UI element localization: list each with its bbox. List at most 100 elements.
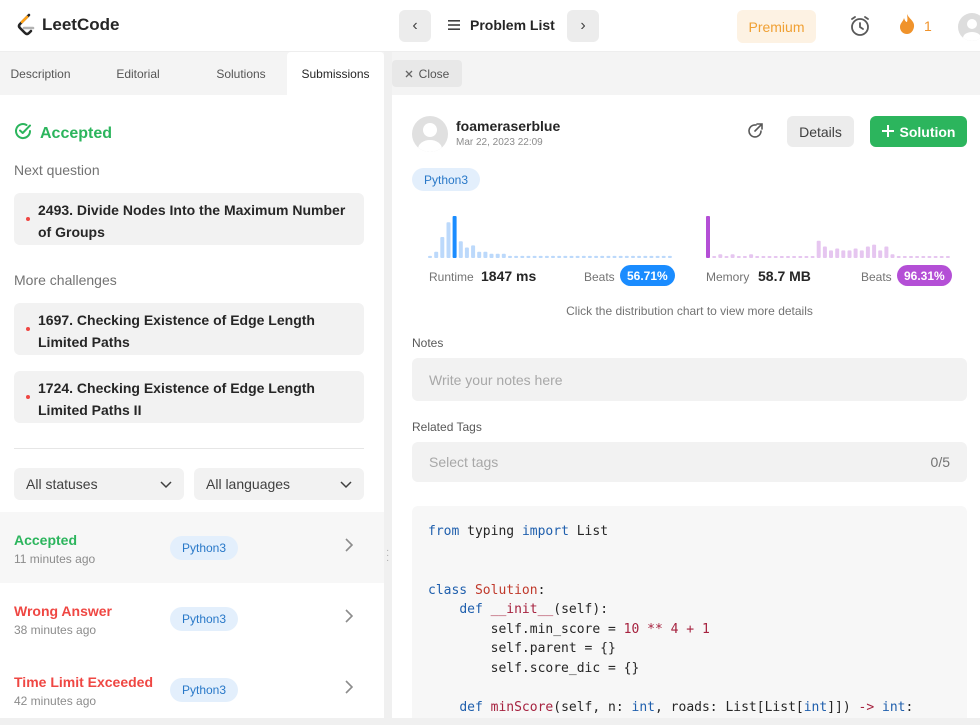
user-avatar-icon[interactable] [412,116,448,152]
premium-button[interactable]: Premium [737,10,816,43]
distribution-bar[interactable] [637,255,642,258]
distribution-bar[interactable] [909,256,913,258]
distribution-bar[interactable] [526,255,531,258]
runtime-distribution-chart[interactable] [428,208,674,260]
distribution-bar[interactable] [594,255,599,258]
distribution-bar[interactable] [514,255,519,258]
distribution-bar[interactable] [859,250,864,258]
distribution-bar[interactable] [538,255,543,258]
tab-submissions[interactable]: Submissions [287,52,384,95]
details-button[interactable]: Details [787,116,854,147]
distribution-bar[interactable] [945,256,950,258]
next-problem-button[interactable]: › [567,10,599,42]
streak-counter[interactable]: 1 [898,13,932,38]
distribution-bar[interactable] [655,255,660,258]
challenge-card[interactable]: 1697. Checking Existence of Edge Length … [14,303,364,355]
distribution-bar[interactable] [798,256,803,258]
distribution-bar[interactable] [508,255,512,258]
distribution-bar[interactable] [915,256,920,258]
distribution-bar[interactable] [755,256,760,258]
distribution-bar[interactable] [483,251,488,258]
solution-button[interactable]: Solution [870,116,967,147]
distribution-bar[interactable] [706,216,710,258]
distribution-bar[interactable] [643,255,648,258]
distribution-bar[interactable] [532,255,537,258]
distribution-bar[interactable] [551,255,555,258]
language-filter-dropdown[interactable]: All languages [194,468,364,500]
distribution-bar[interactable] [761,256,766,258]
distribution-bar[interactable] [428,255,432,258]
distribution-bar[interactable] [933,256,938,258]
distribution-bar[interactable] [581,255,586,258]
memory-distribution-chart[interactable] [706,208,952,260]
distribution-bar[interactable] [921,256,926,258]
distribution-bar[interactable] [495,253,500,258]
leetcode-logo[interactable]: LeetCode [16,13,119,37]
distribution-bar[interactable] [569,255,574,258]
distribution-bar[interactable] [902,256,907,258]
distribution-bar[interactable] [786,256,790,258]
distribution-bar[interactable] [661,255,666,258]
distribution-bar[interactable] [835,248,840,259]
distribution-bar[interactable] [878,250,883,258]
distribution-bar[interactable] [464,247,469,259]
distribution-bar[interactable] [939,256,944,258]
distribution-bar[interactable] [730,254,735,258]
distribution-bar[interactable] [434,251,439,258]
distribution-bar[interactable] [587,255,592,258]
distribution-bar[interactable] [667,255,672,258]
tab-editorial[interactable]: Editorial [81,52,195,95]
distribution-bar[interactable] [841,250,846,258]
distribution-bar[interactable] [471,245,476,258]
tab-solutions[interactable]: Solutions [195,52,287,95]
distribution-bar[interactable] [477,251,482,258]
distribution-bar[interactable] [520,255,525,258]
distribution-bar[interactable] [575,255,580,258]
distribution-bar[interactable] [649,255,654,258]
submission-row[interactable]: Time Limit Exceeded 42 minutes ago Pytho… [0,654,384,725]
distribution-bar[interactable] [452,216,457,258]
distribution-bar[interactable] [896,256,901,258]
code-viewer[interactable]: from typing import List class Solution: d… [412,506,967,718]
distribution-bar[interactable] [742,256,747,258]
distribution-bar[interactable] [557,255,562,258]
distribution-bar[interactable] [458,241,463,258]
distribution-bar[interactable] [927,256,932,258]
distribution-bar[interactable] [618,255,623,258]
distribution-bar[interactable] [501,253,506,258]
prev-problem-button[interactable]: ‹ [399,10,431,42]
distribution-bar[interactable] [810,256,815,258]
submission-row[interactable]: Accepted 11 minutes ago Python3 [0,512,384,583]
status-filter-dropdown[interactable]: All statuses [14,468,184,500]
distribution-bar[interactable] [816,240,821,258]
distribution-bar[interactable] [606,255,611,258]
distribution-bar[interactable] [489,253,494,258]
distribution-bar[interactable] [890,254,895,258]
distribution-bar[interactable] [872,244,877,258]
distribution-bar[interactable] [804,256,809,258]
distribution-bar[interactable] [612,255,617,258]
tags-select[interactable]: Select tags 0/5 [412,442,967,482]
distribution-bar[interactable] [792,256,797,258]
distribution-bar[interactable] [600,255,605,258]
user-avatar-icon[interactable] [958,13,980,41]
notes-input[interactable]: Write your notes here [412,358,967,401]
resize-handle[interactable]: · · · [386,546,390,566]
distribution-bar[interactable] [563,255,568,258]
distribution-bar[interactable] [724,256,729,258]
submission-row[interactable]: Wrong Answer 38 minutes ago Python3 [0,583,384,654]
challenge-card[interactable]: 1724. Checking Existence of Edge Length … [14,371,364,423]
distribution-bar[interactable] [767,256,772,258]
username[interactable]: foameraserblue [456,118,560,134]
distribution-bar[interactable] [749,254,754,258]
next-question-card[interactable]: 2493. Divide Nodes Into the Maximum Numb… [14,193,364,245]
distribution-bar[interactable] [440,237,445,258]
distribution-bar[interactable] [718,254,723,258]
distribution-bar[interactable] [544,255,549,258]
distribution-bar[interactable] [736,256,741,258]
distribution-bar[interactable] [822,246,827,259]
close-tab-button[interactable]: Close [392,60,462,87]
tab-description[interactable]: Description [0,52,81,95]
distribution-bar[interactable] [884,246,889,259]
share-icon[interactable] [746,122,764,145]
